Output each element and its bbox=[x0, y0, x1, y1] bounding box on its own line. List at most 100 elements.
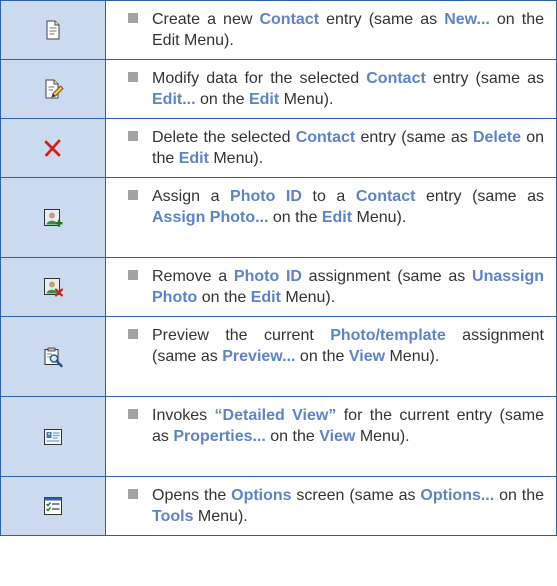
description-text: Delete the selected bbox=[152, 129, 296, 146]
bullet bbox=[128, 489, 138, 499]
table-row: Preview the current Photo/template as­si… bbox=[0, 316, 557, 397]
description-text: on the bbox=[295, 348, 349, 365]
assign-photo-icon bbox=[42, 207, 64, 229]
description-text: entry (same as bbox=[415, 188, 545, 205]
delete-x-icon bbox=[42, 137, 64, 159]
description-text: Menu). bbox=[279, 91, 334, 108]
description-cell: Remove a Photo ID assignment (same as Un… bbox=[105, 257, 557, 317]
description-text: entry (same as bbox=[425, 70, 544, 87]
menu-keyword: Edit bbox=[248, 91, 280, 108]
table-row: Assign a Photo ID to a Contact entry (sa… bbox=[0, 177, 557, 258]
menu-keyword: Assign Photo... bbox=[152, 209, 269, 226]
menu-keyword: Properties... bbox=[173, 428, 266, 445]
menu-keyword: Delete bbox=[472, 129, 521, 146]
bullet bbox=[128, 409, 138, 419]
description-text: Assign a bbox=[152, 188, 231, 205]
icon-cell bbox=[0, 257, 106, 317]
description-cell: Create a new Contact entry (same as New.… bbox=[105, 0, 557, 60]
icon-cell bbox=[0, 0, 106, 60]
menu-keyword: Photo ID bbox=[230, 188, 302, 205]
menu-keyword: View bbox=[319, 428, 356, 445]
menu-keyword: Edit bbox=[178, 150, 209, 167]
icon-cell bbox=[0, 476, 106, 536]
menu-keyword: Options bbox=[231, 487, 292, 504]
description-text: on the bbox=[265, 428, 320, 445]
description-text: on the bbox=[197, 289, 251, 306]
menu-keyword: Photo/template bbox=[330, 327, 446, 344]
icon-cell bbox=[0, 177, 106, 258]
bullet bbox=[128, 190, 138, 200]
description-text: Menu). bbox=[355, 428, 410, 445]
detailed-view-icon bbox=[42, 426, 64, 448]
icon-cell bbox=[0, 316, 106, 397]
menu-keyword: Contact bbox=[355, 188, 416, 205]
description-text: to a bbox=[301, 188, 356, 205]
menu-keyword: Contact bbox=[259, 11, 320, 28]
description-text: Menu). bbox=[193, 508, 248, 525]
description-text: Menu). bbox=[352, 209, 407, 226]
row-description: Remove a Photo ID assignment (same as Un… bbox=[152, 266, 544, 308]
menu-keyword: View bbox=[348, 348, 386, 365]
row-description: Preview the current Photo/template as­si… bbox=[152, 325, 544, 367]
description-text: screen (same as bbox=[291, 487, 421, 504]
row-description: Modify data for the selected Contact ent… bbox=[152, 68, 544, 110]
row-description: Invokes “Detailed View” for the current … bbox=[152, 405, 544, 447]
bullet bbox=[128, 72, 138, 82]
menu-keyword: Edit bbox=[250, 289, 281, 306]
description-text: Menu). bbox=[280, 289, 336, 306]
description-text: Menu). bbox=[385, 348, 440, 365]
description-cell: Opens the Options screen (same as Op­tio… bbox=[105, 476, 557, 536]
row-description: Delete the selected Contact entry (same … bbox=[152, 127, 544, 169]
description-text: on the bbox=[195, 91, 249, 108]
icon-cell bbox=[0, 59, 106, 119]
description-cell: Assign a Photo ID to a Contact entry (sa… bbox=[105, 177, 557, 258]
bullet bbox=[128, 131, 138, 141]
table-row: Invokes “Detailed View” for the current … bbox=[0, 396, 557, 477]
menu-keyword: Op­tions... bbox=[420, 487, 495, 504]
table-row: Delete the selected Contact entry (same … bbox=[0, 118, 557, 178]
preview-magnifier-icon bbox=[42, 346, 64, 368]
description-text: Opens the bbox=[152, 487, 232, 504]
description-text: entry (same as bbox=[319, 11, 445, 28]
menu-keyword: New... bbox=[444, 11, 490, 28]
description-text: Remove a bbox=[152, 268, 234, 285]
toolbar-reference-page: Create a new Contact entry (same as New.… bbox=[0, 0, 557, 586]
icon-cell bbox=[0, 396, 106, 477]
menu-keyword: Edit... bbox=[152, 91, 196, 108]
edit-document-icon bbox=[42, 78, 64, 100]
description-text: Menu). bbox=[208, 150, 264, 167]
bullet bbox=[128, 270, 138, 280]
description-cell: Invokes “Detailed View” for the current … bbox=[105, 396, 557, 477]
toolbar-reference-table: Create a new Contact entry (same as New.… bbox=[0, 0, 557, 536]
bullet bbox=[128, 329, 138, 339]
row-description: Opens the Options screen (same as Op­tio… bbox=[152, 485, 544, 527]
table-row: Modify data for the selected Contact ent… bbox=[0, 59, 557, 119]
menu-keyword: “Detailed View” bbox=[214, 407, 337, 424]
description-text: Invokes bbox=[152, 407, 215, 424]
unassign-photo-icon bbox=[42, 276, 64, 298]
bullet bbox=[128, 13, 138, 23]
table-row: Create a new Contact entry (same as New.… bbox=[0, 0, 557, 60]
menu-keyword: Contact bbox=[366, 70, 426, 87]
row-description: Create a new Contact entry (same as New.… bbox=[152, 9, 544, 51]
new-document-icon bbox=[42, 19, 64, 41]
icon-cell bbox=[0, 118, 106, 178]
description-text: Preview the current bbox=[152, 327, 331, 344]
description-text: assignment (same as bbox=[301, 268, 473, 285]
menu-keyword: Tools bbox=[152, 508, 194, 525]
menu-keyword: Contact bbox=[295, 129, 356, 146]
options-checklist-icon bbox=[42, 495, 64, 517]
description-text: on the bbox=[268, 209, 322, 226]
menu-keyword: Preview... bbox=[222, 348, 296, 365]
row-description: Assign a Photo ID to a Contact entry (sa… bbox=[152, 186, 544, 228]
table-row: Remove a Photo ID assignment (same as Un… bbox=[0, 257, 557, 317]
description-text: Create a new bbox=[152, 11, 260, 28]
description-text: entry (same as bbox=[355, 129, 473, 146]
description-text: Modify data for the selected bbox=[152, 70, 367, 87]
menu-keyword: Photo ID bbox=[233, 268, 302, 285]
description-cell: Delete the selected Contact entry (same … bbox=[105, 118, 557, 178]
description-text: on the bbox=[494, 487, 544, 504]
description-cell: Preview the current Photo/template as­si… bbox=[105, 316, 557, 397]
table-row: Opens the Options screen (same as Op­tio… bbox=[0, 476, 557, 536]
description-cell: Modify data for the selected Contact ent… bbox=[105, 59, 557, 119]
